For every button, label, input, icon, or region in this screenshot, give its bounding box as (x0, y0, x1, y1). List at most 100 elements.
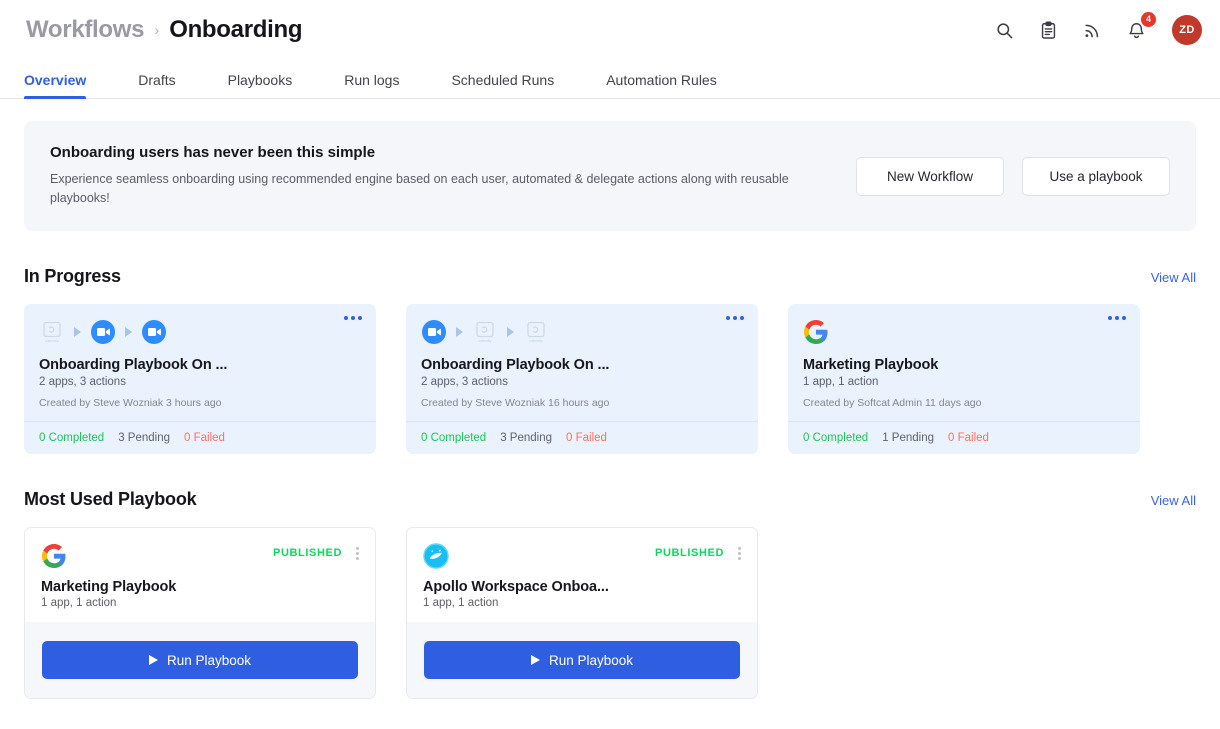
page-title: Onboarding (169, 16, 303, 43)
in-progress-card[interactable]: calendly Onboarding Playbook On ... 2 ap… (24, 304, 376, 454)
card-more-options-icon[interactable] (726, 316, 744, 320)
card-meta: 1 app, 1 action (803, 376, 879, 388)
status-completed: 0 Completed (421, 432, 487, 444)
playbook-card-body: PUBLISHED Apollo Workspace Onboa... 1 ap… (407, 528, 757, 622)
playbook-more-options-icon[interactable] (356, 547, 359, 560)
calendly-icon: calendly (476, 321, 494, 343)
promo-banner-title: Onboarding users has never been this sim… (50, 143, 376, 161)
status-failed: 0 Failed (566, 432, 607, 444)
status-completed: 0 Completed (39, 432, 105, 444)
calendly-icon: calendly (43, 321, 61, 343)
playbook-card-footer: Run Playbook (25, 622, 375, 698)
breadcrumb: Workflows › Onboarding (26, 16, 303, 44)
svg-text:calendly: calendly (478, 339, 491, 343)
search-icon[interactable] (990, 16, 1018, 44)
card-title: Onboarding Playbook On ... (421, 357, 610, 373)
zoom-icon (91, 320, 115, 344)
app-chain (803, 318, 1125, 346)
playbook-meta: 1 app, 1 action (41, 597, 117, 609)
chevron-right-icon (507, 327, 514, 337)
avatar[interactable]: ZD (1172, 15, 1202, 45)
playbook-meta: 1 app, 1 action (423, 597, 499, 609)
in-progress-view-all-link[interactable]: View All (1151, 270, 1196, 285)
chevron-right-icon (125, 327, 132, 337)
card-body: Marketing Playbook 1 app, 1 action Creat… (788, 304, 1140, 421)
status-badge: PUBLISHED (273, 547, 342, 559)
most-used-section-header: Most Used Playbook View All (24, 489, 1196, 510)
app-header: Workflows › Onboarding 4 ZD (0, 0, 1220, 60)
clipboard-icon[interactable] (1034, 16, 1062, 44)
new-workflow-button[interactable]: New Workflow (856, 156, 1004, 196)
in-progress-card-grid: calendly Onboarding Playbook On ... 2 ap… (24, 304, 1196, 454)
google-icon (42, 544, 66, 568)
card-body: calendly Onboarding Playbook On ... 2 ap… (24, 304, 376, 421)
card-status-footer: 0 Completed 3 Pending 0 Failed (24, 421, 376, 454)
status-failed: 0 Failed (184, 432, 225, 444)
card-body: calendly calendly Onboarding Playbook On… (406, 304, 758, 421)
playbook-card-header: PUBLISHED (423, 543, 741, 569)
promo-banner: Onboarding users has never been this sim… (24, 121, 1196, 231)
promo-banner-actions: New Workflow Use a playbook (856, 156, 1170, 196)
status-pending: 1 Pending (882, 432, 935, 444)
tab-playbooks[interactable]: Playbooks (228, 72, 293, 98)
status-pending: 3 Pending (500, 432, 553, 444)
in-progress-card[interactable]: calendly calendly Onboarding Playbook On… (406, 304, 758, 454)
status-failed: 0 Failed (948, 432, 989, 444)
playbook-card-body: PUBLISHED Marketing Playbook 1 app, 1 ac… (25, 528, 375, 622)
card-title: Marketing Playbook (803, 357, 939, 373)
tab-automation-rules[interactable]: Automation Rules (606, 72, 717, 98)
card-creator: Created by Steve Wozniak 3 hours ago (39, 397, 222, 409)
playbook-card[interactable]: PUBLISHED Apollo Workspace Onboa... 1 ap… (406, 527, 758, 699)
playbook-card[interactable]: PUBLISHED Marketing Playbook 1 app, 1 ac… (24, 527, 376, 699)
card-title: Onboarding Playbook On ... (39, 357, 228, 373)
main-content: Onboarding users has never been this sim… (0, 99, 1220, 699)
play-icon (530, 655, 540, 665)
use-a-playbook-button[interactable]: Use a playbook (1022, 156, 1170, 196)
chevron-right-icon (74, 327, 81, 337)
play-icon (148, 655, 158, 665)
run-playbook-label: Run Playbook (548, 652, 634, 668)
tab-bar: Overview Drafts Playbooks Run logs Sched… (0, 60, 1220, 99)
card-meta: 2 apps, 3 actions (421, 376, 508, 388)
most-used-title: Most Used Playbook (24, 489, 197, 509)
status-pending: 3 Pending (118, 432, 171, 444)
svg-text:calendly: calendly (529, 339, 542, 343)
status-badge: PUBLISHED (655, 547, 724, 559)
google-icon (804, 320, 828, 344)
card-creator: Created by Softcat Admin 11 days ago (803, 397, 982, 409)
status-completed: 0 Completed (803, 432, 869, 444)
run-playbook-label: Run Playbook (166, 652, 252, 668)
tab-overview[interactable]: Overview (24, 72, 87, 99)
playbook-card-footer: Run Playbook (407, 622, 757, 698)
run-playbook-button[interactable]: Run Playbook (424, 641, 740, 679)
app-chain: calendly calendly (421, 318, 743, 346)
bell-icon[interactable]: 4 (1122, 12, 1156, 44)
in-progress-section-header: In Progress View All (24, 266, 1196, 287)
rss-icon[interactable] (1078, 16, 1106, 44)
card-meta: 2 apps, 3 actions (39, 376, 126, 388)
notification-badge: 4 (1141, 12, 1156, 27)
card-more-options-icon[interactable] (1108, 316, 1126, 320)
playbook-title: Apollo Workspace Onboa... (423, 579, 609, 595)
card-status-footer: 0 Completed 3 Pending 0 Failed (406, 421, 758, 454)
header-actions: 4 ZD (990, 12, 1202, 45)
breadcrumb-parent[interactable]: Workflows (26, 16, 145, 44)
breadcrumb-separator-icon: › (154, 21, 160, 39)
playbook-more-options-icon[interactable] (738, 547, 741, 560)
in-progress-title: In Progress (24, 266, 121, 286)
tab-run-logs[interactable]: Run logs (344, 72, 399, 98)
chevron-right-icon (456, 327, 463, 337)
apollo-icon (423, 543, 449, 569)
promo-banner-text: Onboarding users has never been this sim… (50, 144, 856, 209)
most-used-view-all-link[interactable]: View All (1151, 493, 1196, 508)
most-used-card-grid: PUBLISHED Marketing Playbook 1 app, 1 ac… (24, 527, 1196, 699)
run-playbook-button[interactable]: Run Playbook (42, 641, 358, 679)
calendly-icon: calendly (527, 321, 545, 343)
tab-scheduled-runs[interactable]: Scheduled Runs (451, 72, 554, 98)
zoom-icon (422, 320, 446, 344)
tab-drafts[interactable]: Drafts (138, 72, 175, 98)
svg-text:calendly: calendly (45, 339, 58, 343)
in-progress-card[interactable]: Marketing Playbook 1 app, 1 action Creat… (788, 304, 1140, 454)
card-more-options-icon[interactable] (344, 316, 362, 320)
zoom-icon (142, 320, 166, 344)
